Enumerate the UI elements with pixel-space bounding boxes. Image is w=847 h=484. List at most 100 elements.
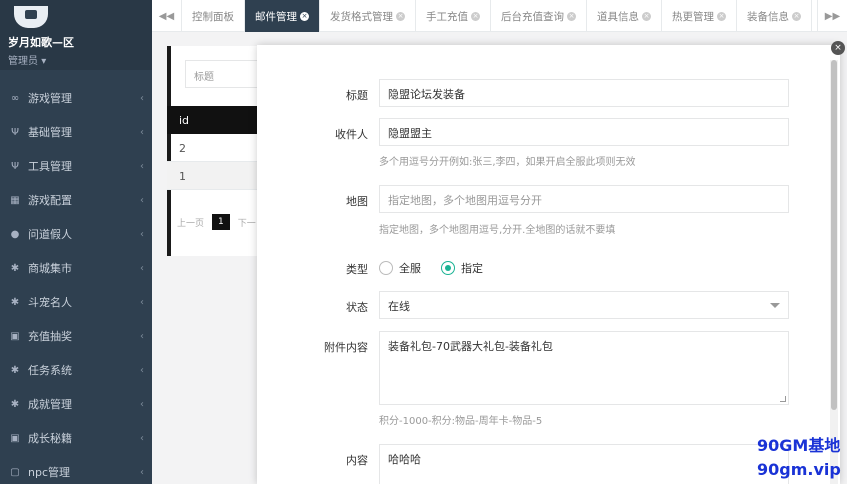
user-role-dropdown[interactable]: 管理员 ▾ xyxy=(8,52,144,67)
sidebar-item[interactable]: ∞ 游戏管理 ‹ xyxy=(0,81,152,115)
close-icon[interactable]: × xyxy=(717,11,726,21)
chevron-left-icon: ‹ xyxy=(140,466,144,478)
caret-down-icon: ▾ xyxy=(41,56,47,67)
close-icon[interactable]: × xyxy=(471,11,480,21)
sidebar: 岁月如歌—区 管理员 ▾ ∞ 游戏管理 ‹ Ψ 基础管理 ‹ Ψ 工具管理 ‹ ▦ 游戏配置 ‹ ● 问道… xyxy=(0,0,152,484)
close-icon[interactable]: × xyxy=(567,11,576,21)
sidebar-item[interactable]: ✱ 任务系统 ‹ xyxy=(0,353,152,387)
tab[interactable]: 手工充值 × xyxy=(416,0,491,32)
mail-edit-modal: 标题 隐盟论坛发装备 收件人 隐盟盟主 多个用逗号分开例如:张三,李四，如果开启… xyxy=(257,45,840,484)
type-option-label: 全服 xyxy=(399,262,421,275)
modal-close-button[interactable]: × xyxy=(831,41,845,55)
title-input[interactable]: 隐盟论坛发装备 xyxy=(379,79,789,107)
tab[interactable]: 邮件管理 × xyxy=(245,0,320,32)
sidebar-item[interactable]: ✱ 斗宠名人 ‹ xyxy=(0,285,152,319)
chevron-left-icon: ‹ xyxy=(140,364,144,376)
sidebar-item[interactable]: ▣ 充值抽奖 ‹ xyxy=(0,319,152,353)
attachment-help-text: 积分-1000-积分:物品-周年卡-物品-5 xyxy=(379,416,543,427)
sidebar-item-label: 问道假人 xyxy=(28,228,72,241)
tabs-scroll-left-button[interactable]: ◀◀ xyxy=(152,0,182,32)
cog-icon: ✱ xyxy=(10,296,20,308)
cog-icon: ✱ xyxy=(10,262,20,274)
tab[interactable]: 后台充值查询 × xyxy=(491,0,587,32)
close-icon[interactable]: × xyxy=(396,11,405,21)
sidebar-item[interactable]: ✱ 商城集市 ‹ xyxy=(0,251,152,285)
cutlery-icon: Ψ xyxy=(11,126,19,138)
status-selected-value: 在线 xyxy=(388,300,410,313)
recipient-label: 收件人 xyxy=(335,128,368,141)
close-icon[interactable]: × xyxy=(300,11,309,21)
sidebar-item[interactable]: ● 问道假人 ‹ xyxy=(0,217,152,251)
cog-icon: ✱ xyxy=(10,364,20,376)
tab[interactable]: 道具信息 × xyxy=(587,0,662,32)
modal-scrollbar[interactable] xyxy=(830,60,838,484)
title-label: 标题 xyxy=(346,89,368,102)
user-name: 岁月如歌—区 xyxy=(8,36,74,49)
double-chevron-left-icon: ◀◀ xyxy=(158,10,175,22)
sidebar-item[interactable]: ✱ 成就管理 ‹ xyxy=(0,387,152,421)
sidebar-item[interactable]: ▦ 游戏配置 ‹ xyxy=(0,183,152,217)
sidebar-item[interactable]: ▣ 成长秘籍 ‹ xyxy=(0,421,152,455)
chevron-left-icon: ‹ xyxy=(140,432,144,444)
tab[interactable]: 发货格式管理 × xyxy=(320,0,416,32)
pager-next-button[interactable]: 下一 xyxy=(238,216,256,229)
sidebar-item-label: 商城集市 xyxy=(28,262,72,275)
tab-label: 发货格式管理 xyxy=(330,10,393,23)
tab[interactable]: 热更管理 × xyxy=(662,0,737,32)
scrollbar-thumb[interactable] xyxy=(831,60,837,410)
sidebar-item[interactable]: Ψ 工具管理 ‹ xyxy=(0,149,152,183)
sidebar-item-label: 斗宠名人 xyxy=(28,296,72,309)
tabs-list: 控制面板 邮件管理 × 发货格式管理 × 手工充值 × 后台充值查询 × 道具信息 × 热更管理 × 装备… xyxy=(182,0,812,32)
sidebar-item-label: 游戏管理 xyxy=(28,92,72,105)
tab-label: 道具信息 xyxy=(597,10,639,23)
tabs-scroll-right-button[interactable]: ▶▶ xyxy=(817,0,847,32)
sidebar-item-label: 成就管理 xyxy=(28,398,72,411)
close-icon[interactable]: × xyxy=(642,11,651,21)
chevron-left-icon: ‹ xyxy=(140,194,144,206)
gamepad-icon: ∞ xyxy=(10,92,20,104)
attachment-label: 附件内容 xyxy=(324,341,368,354)
pager-page-button[interactable]: 1 xyxy=(212,214,230,230)
recipient-input[interactable]: 隐盟盟主 xyxy=(379,118,789,146)
watermark-line-1: 90GM基地 xyxy=(757,436,841,455)
sidebar-item-label: 游戏配置 xyxy=(28,194,72,207)
chevron-left-icon: ‹ xyxy=(140,398,144,410)
sidebar-item-label: 任务系统 xyxy=(28,364,72,377)
money-icon: ▣ xyxy=(10,330,20,342)
attachment-textarea[interactable]: 装备礼包-70武器大礼包-装备礼包 xyxy=(379,331,789,405)
chevron-left-icon: ‹ xyxy=(140,92,144,104)
tab-label: 装备信息 xyxy=(747,10,789,23)
type-label: 类型 xyxy=(346,263,368,276)
type-option-label: 指定 xyxy=(461,262,483,275)
table-icon: ▦ xyxy=(10,194,20,206)
tab[interactable]: 装备信息 × xyxy=(737,0,812,32)
sidebar-item[interactable]: ▢ npc管理 ‹ xyxy=(0,455,152,484)
cutlery-icon: Ψ xyxy=(11,160,19,172)
map-label: 地图 xyxy=(346,195,368,208)
map-input[interactable]: 指定地图，多个地图用逗号分开 xyxy=(379,185,789,213)
caret-down-icon xyxy=(770,303,780,308)
double-chevron-right-icon: ▶▶ xyxy=(824,10,841,22)
chevron-left-icon: ‹ xyxy=(140,126,144,138)
tab-label: 邮件管理 xyxy=(255,10,297,23)
tab-label: 热更管理 xyxy=(672,10,714,23)
sidebar-item[interactable]: Ψ 基础管理 ‹ xyxy=(0,115,152,149)
recipient-help-text: 多个用逗号分开例如:张三,李四，如果开启全服此项则无效 xyxy=(379,157,636,168)
sidebar-item-label: 成长秘籍 xyxy=(28,432,72,445)
type-radio-specified[interactable] xyxy=(441,261,455,275)
cog-icon: ✱ xyxy=(10,398,20,410)
user-role-label: 管理员 xyxy=(8,56,38,67)
pager-prev-button[interactable]: 上一页 xyxy=(177,216,204,229)
content-label: 内容 xyxy=(346,454,368,467)
resize-handle-icon[interactable] xyxy=(780,396,786,402)
tabs-bar: ◀◀ 控制面板 邮件管理 × 发货格式管理 × 手工充值 × 后台充值查询 × 道具信息 × 热更管理… xyxy=(152,0,847,32)
content-textarea[interactable]: 哈哈哈 xyxy=(379,444,789,484)
status-select[interactable]: 在线 xyxy=(379,291,789,319)
money-icon: ▣ xyxy=(10,432,20,444)
chevron-left-icon: ‹ xyxy=(140,160,144,172)
chevron-left-icon: ‹ xyxy=(140,228,144,240)
tab[interactable]: 控制面板 xyxy=(182,0,245,32)
type-radio-all-server[interactable] xyxy=(379,261,393,275)
avatar[interactable] xyxy=(14,6,48,28)
close-icon[interactable]: × xyxy=(792,11,801,21)
